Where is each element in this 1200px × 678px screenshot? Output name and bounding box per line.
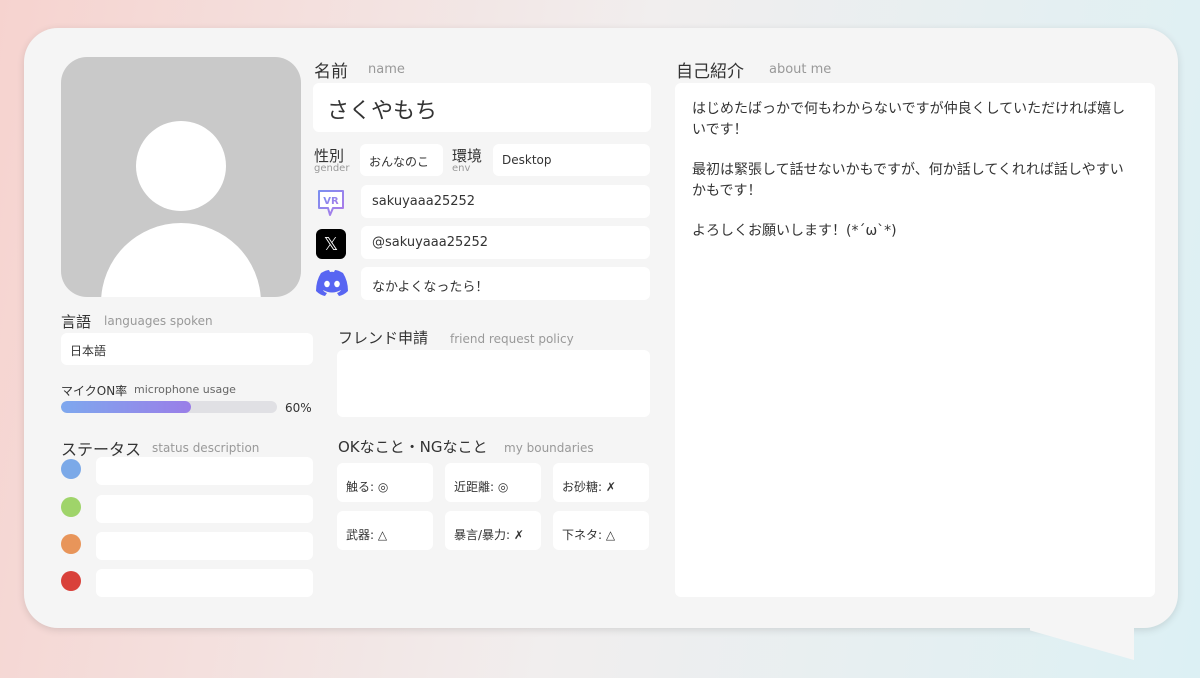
boundary-item-text: 武器: △ [346, 528, 388, 542]
about-paragraph-1: はじめたばっかで何もわからないですが仲良くしていただければ嬉しいです！ [692, 101, 1126, 138]
name-sublabel: name [368, 62, 405, 77]
mic-label: マイクON率 [61, 384, 128, 398]
about-label: 自己紹介 [676, 62, 744, 82]
mic-progress-fill [61, 401, 191, 413]
vrchat-value: sakuyaaa25252 [372, 194, 476, 209]
x-field: @sakuyaaa25252 [361, 226, 650, 259]
boundary-item-text: お砂糖: ✗ [562, 480, 616, 494]
status-dot-red [61, 571, 81, 591]
boundary-item-text: 触る: ◎ [346, 480, 389, 494]
discord-icon [314, 268, 350, 298]
languages-value: 日本語 [70, 344, 107, 358]
status-field-3[interactable] [96, 532, 313, 560]
boundary-item: 武器: △ [337, 511, 433, 550]
svg-text:VR: VR [323, 196, 339, 207]
avatar [61, 57, 301, 297]
discord-value: なかよくなったら！ [372, 280, 489, 295]
vrchat-field: sakuyaaa25252 [361, 185, 650, 218]
status-dot-orange [61, 534, 81, 554]
x-value: @sakuyaaa25252 [372, 235, 489, 250]
boundaries-label: OKなこと・NGなこと [338, 438, 488, 456]
x-icon: 𝕏 [316, 229, 346, 259]
mic-progress-bar [61, 401, 277, 413]
name-label: 名前 [314, 62, 348, 82]
avatar-head-shape [136, 121, 226, 211]
boundary-item: 触る: ◎ [337, 463, 433, 502]
friend-sublabel: friend request policy [450, 332, 574, 346]
avatar-body-shape [101, 223, 261, 297]
status-field-1[interactable] [96, 457, 313, 485]
name-value: さくやもち [327, 99, 438, 124]
about-paragraph-3: よろしくお願いします！(*´ω`*) [692, 223, 897, 239]
gender-field: おんなのこ [360, 144, 443, 176]
boundary-item: 近距離: ◎ [445, 463, 541, 502]
env-field: Desktop [493, 144, 650, 176]
boundary-item-text: 暴言/暴力: ✗ [454, 528, 524, 542]
status-field-2[interactable] [96, 495, 313, 523]
boundary-item: 下ネタ: △ [553, 511, 649, 550]
status-dot-blue [61, 459, 81, 479]
boundaries-sublabel: my boundaries [504, 441, 594, 455]
gender-sublabel: gender [314, 163, 350, 174]
mic-percent: 60% [285, 401, 312, 415]
discord-field: なかよくなったら！ [361, 267, 650, 300]
languages-field: 日本語 [61, 333, 313, 365]
gender-value: おんなのこ [369, 155, 430, 169]
friend-label: フレンド申請 [338, 329, 429, 347]
mic-sublabel: microphone usage [134, 383, 236, 396]
about-sublabel: about me [769, 62, 832, 77]
env-value: Desktop [502, 153, 552, 167]
about-field: はじめたばっかで何もわからないですが仲良くしていただければ嬉しいです！ 最初は緊… [675, 83, 1155, 597]
status-field-4[interactable] [96, 569, 313, 597]
status-dot-green [61, 497, 81, 517]
name-field: さくやもち [313, 83, 651, 132]
about-paragraph-2: 最初は緊張して話せないかもですが、何か話してくれれば話しやすいかもです！ [692, 162, 1124, 199]
status-sublabel: status description [152, 441, 260, 455]
boundary-item-text: 近距離: ◎ [454, 480, 509, 494]
env-sublabel: env [452, 163, 471, 174]
languages-sublabel: languages spoken [104, 314, 213, 328]
boundary-item: 暴言/暴力: ✗ [445, 511, 541, 550]
languages-label: 言語 [61, 313, 92, 331]
friend-request-field[interactable] [337, 350, 650, 417]
boundary-item-text: 下ネタ: △ [562, 528, 616, 542]
speech-bubble-tail [1030, 620, 1134, 660]
vrchat-icon: VR [315, 187, 347, 219]
boundary-item: お砂糖: ✗ [553, 463, 649, 502]
